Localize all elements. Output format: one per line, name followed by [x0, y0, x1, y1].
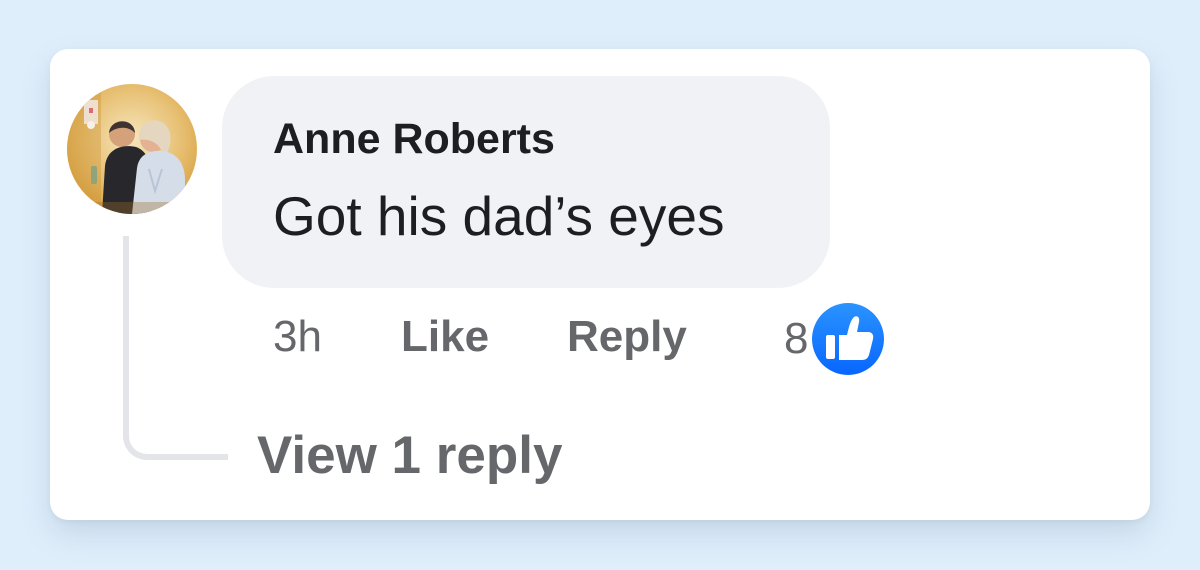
comment-card: Anne Roberts Got his dad’s eyes 3h Like … — [50, 49, 1150, 520]
reaction-summary[interactable]: 8 — [784, 301, 885, 377]
reply-button[interactable]: Reply — [567, 315, 687, 359]
comment-text: Got his dad’s eyes — [273, 185, 725, 247]
thumbs-up-icon — [811, 302, 885, 376]
avatar[interactable] — [67, 84, 197, 214]
comment-bubble: Anne Roberts Got his dad’s eyes — [222, 76, 830, 288]
comment-timestamp[interactable]: 3h — [273, 315, 322, 359]
view-replies-link[interactable]: View 1 reply — [257, 429, 562, 482]
comment-author[interactable]: Anne Roberts — [273, 118, 555, 161]
profile-photo — [67, 84, 197, 214]
like-button[interactable]: Like — [401, 315, 489, 359]
reply-thread-line — [123, 236, 228, 460]
reaction-count: 8 — [784, 314, 809, 363]
